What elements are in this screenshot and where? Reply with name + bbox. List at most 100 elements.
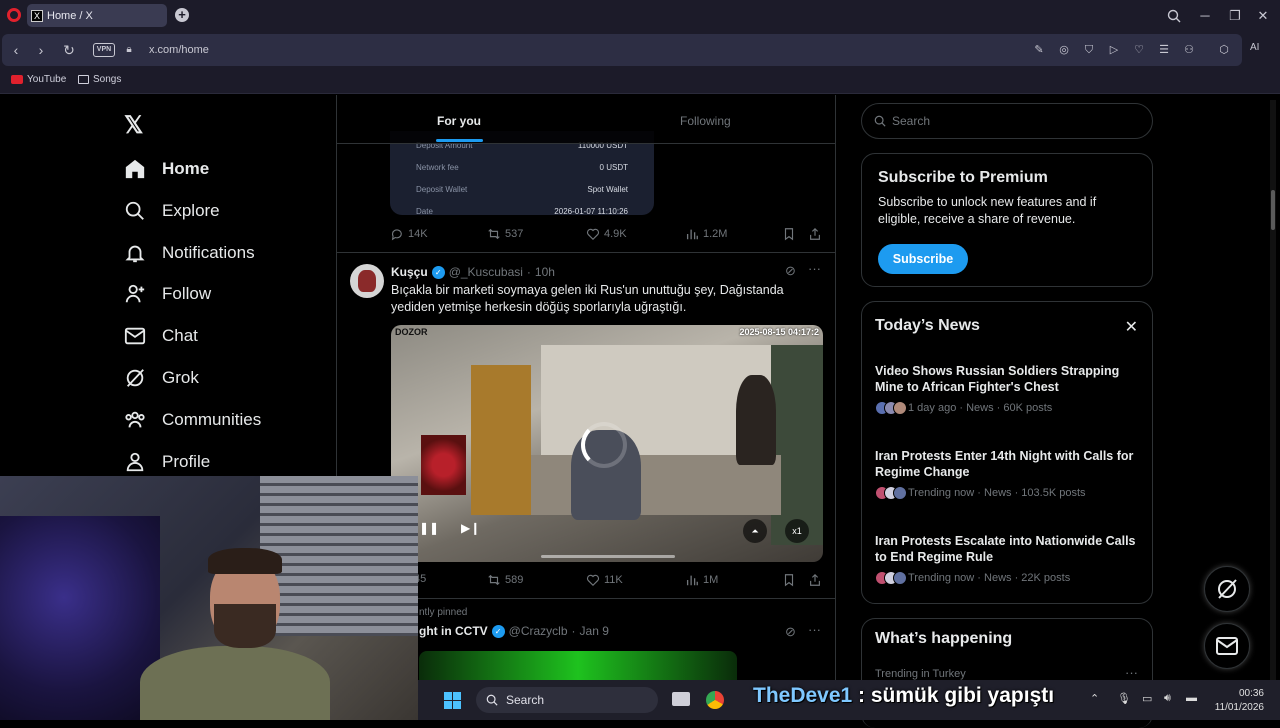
views-icon bbox=[686, 229, 698, 240]
news-item[interactable]: Iran Protests Escalate into Nationwide C… bbox=[875, 533, 1145, 585]
post-time[interactable]: 10h bbox=[535, 265, 555, 279]
x-logo[interactable]: 𝕏 bbox=[124, 111, 143, 140]
heart-icon bbox=[586, 228, 600, 241]
cube-icon[interactable]: ⬡ bbox=[1217, 43, 1231, 57]
chrome-icon[interactable] bbox=[706, 691, 724, 709]
like-button[interactable]: 11K bbox=[586, 573, 623, 587]
back-button[interactable]: ‹ bbox=[8, 42, 24, 58]
forward-button[interactable]: › bbox=[33, 42, 49, 58]
post-header: ght in CCTV ✓ @Crazyclb · Jan 9 bbox=[419, 624, 609, 638]
author-name[interactable]: Kuşçu bbox=[391, 265, 428, 279]
maximize-button[interactable]: ❐ bbox=[1225, 6, 1245, 26]
bookmark-button[interactable] bbox=[782, 227, 796, 241]
browser-tab[interactable]: X Home / X bbox=[27, 4, 167, 27]
tab-following[interactable]: Following bbox=[680, 114, 731, 128]
bookmark-songs[interactable]: Songs bbox=[78, 74, 121, 85]
heart-icon[interactable]: ♡ bbox=[1132, 43, 1146, 57]
nav-chat[interactable]: Chat bbox=[124, 320, 198, 352]
chevron-up-icon[interactable]: ⌃ bbox=[1090, 692, 1099, 705]
nav-profile[interactable]: Profile bbox=[124, 446, 210, 478]
tab-for-you[interactable]: For you bbox=[437, 114, 481, 128]
close-window-button[interactable]: ✕ bbox=[1253, 6, 1273, 26]
playback-speed[interactable]: x1 bbox=[785, 519, 809, 543]
url-text[interactable]: x.com/home bbox=[149, 44, 209, 56]
grok-icon[interactable]: ⊘ bbox=[785, 624, 796, 640]
close-icon[interactable]: ✕ bbox=[1125, 317, 1138, 337]
more-options-icon[interactable]: ··· bbox=[808, 261, 821, 276]
volume-icon[interactable]: 🔊︎ bbox=[1164, 692, 1171, 705]
reload-button[interactable]: ↻ bbox=[61, 42, 77, 58]
author-handle[interactable]: @_Kuscubasi bbox=[449, 265, 523, 279]
like-count: 11K bbox=[604, 574, 623, 586]
search-input[interactable]: Search bbox=[861, 103, 1153, 139]
news-item[interactable]: Iran Protests Enter 14th Night with Call… bbox=[875, 448, 1145, 500]
nav-communities[interactable]: Communities bbox=[124, 404, 261, 436]
pause-icon[interactable]: ❚❚ bbox=[419, 521, 439, 535]
expand-icon[interactable]: ⏶ bbox=[743, 519, 767, 543]
vpn-badge[interactable]: VPN bbox=[93, 43, 115, 57]
video-progress-bar[interactable] bbox=[541, 555, 675, 558]
author-name[interactable]: ght in CCTV bbox=[419, 624, 488, 638]
scrollbar-thumb[interactable] bbox=[1271, 190, 1275, 230]
share-button[interactable] bbox=[808, 573, 822, 587]
views-button[interactable]: 1M bbox=[685, 573, 718, 587]
search-tabs-icon[interactable] bbox=[1164, 6, 1184, 26]
grok-icon[interactable]: ⊘ bbox=[785, 263, 796, 279]
tab-title: Home / X bbox=[47, 9, 93, 22]
home-icon bbox=[125, 159, 145, 179]
battery-icon[interactable]: ▬ bbox=[1186, 692, 1197, 704]
folder-icon bbox=[78, 75, 89, 84]
network-icon[interactable]: ▭ bbox=[1142, 692, 1152, 705]
ai-button[interactable]: AI bbox=[1250, 42, 1259, 53]
video-scene bbox=[471, 365, 531, 515]
views-button[interactable]: 1.2M bbox=[685, 227, 727, 241]
repost-button[interactable]: 589 bbox=[487, 573, 523, 587]
subscribe-button[interactable]: Subscribe bbox=[878, 244, 968, 274]
repost-button[interactable]: 537 bbox=[487, 227, 523, 241]
grok-icon bbox=[126, 369, 144, 387]
account-icon[interactable]: ⚇ bbox=[1182, 43, 1196, 57]
microphone-icon[interactable]: 🎙︎ bbox=[1117, 692, 1131, 705]
reply-icon bbox=[391, 229, 402, 241]
video-scene bbox=[421, 435, 466, 495]
post-time[interactable]: Jan 9 bbox=[580, 624, 609, 638]
minimize-button[interactable]: ─ bbox=[1195, 6, 1215, 26]
opera-logo-icon[interactable] bbox=[7, 8, 21, 22]
camera-icon[interactable]: ◎ bbox=[1057, 43, 1071, 57]
nav-label: Grok bbox=[162, 368, 199, 387]
lock-icon[interactable]: 🔒︎ bbox=[121, 42, 137, 58]
video-timestamp: 2025-08-15 04:17:2 bbox=[739, 327, 819, 337]
more-options-icon[interactable]: ··· bbox=[1125, 665, 1138, 680]
news-item[interactable]: Video Shows Russian Soldiers Strapping M… bbox=[875, 363, 1145, 415]
new-tab-button[interactable]: + bbox=[175, 8, 189, 22]
play-icon[interactable]: ▷ bbox=[1107, 43, 1121, 57]
taskbar-clock[interactable]: 00:36 11/01/2026 bbox=[1212, 687, 1264, 715]
bookmark-youtube[interactable]: YouTube bbox=[11, 74, 66, 85]
webcam-overlay bbox=[0, 476, 418, 720]
reply-button[interactable]: 14K bbox=[390, 227, 428, 241]
menu-icon[interactable]: ☰ bbox=[1157, 43, 1171, 57]
shield-icon[interactable]: ⛉ bbox=[1082, 43, 1096, 57]
like-button[interactable]: 4.9K bbox=[586, 227, 627, 241]
nav-home[interactable]: Home bbox=[124, 153, 209, 185]
windows-start-icon[interactable] bbox=[444, 692, 461, 709]
task-view-icon[interactable] bbox=[672, 692, 690, 706]
next-icon[interactable]: ▶❙ bbox=[461, 521, 480, 535]
messages-fab-button[interactable] bbox=[1204, 623, 1250, 669]
grok-icon bbox=[1218, 579, 1237, 599]
edit-icon[interactable]: ✎ bbox=[1032, 43, 1046, 57]
avatar[interactable] bbox=[350, 264, 384, 298]
nav-explore[interactable]: Explore bbox=[124, 195, 220, 227]
author-handle[interactable]: @Crazyclb bbox=[509, 624, 568, 638]
bookmark-button[interactable] bbox=[782, 573, 796, 587]
grok-fab-button[interactable] bbox=[1204, 566, 1250, 612]
nav-follow[interactable]: Follow bbox=[124, 278, 211, 310]
post-video[interactable]: DOZOR 2025-08-15 04:17:2 ❚❚ ▶❙ ⏶ x1 bbox=[391, 325, 823, 562]
nav-notifications[interactable]: Notifications bbox=[124, 237, 255, 269]
share-button[interactable] bbox=[808, 227, 822, 241]
avatar-group bbox=[875, 401, 907, 415]
nav-grok[interactable]: Grok bbox=[124, 362, 199, 394]
active-tab-indicator bbox=[436, 139, 483, 142]
taskbar-search[interactable]: Search bbox=[476, 687, 658, 713]
more-options-icon[interactable]: ··· bbox=[808, 622, 821, 637]
